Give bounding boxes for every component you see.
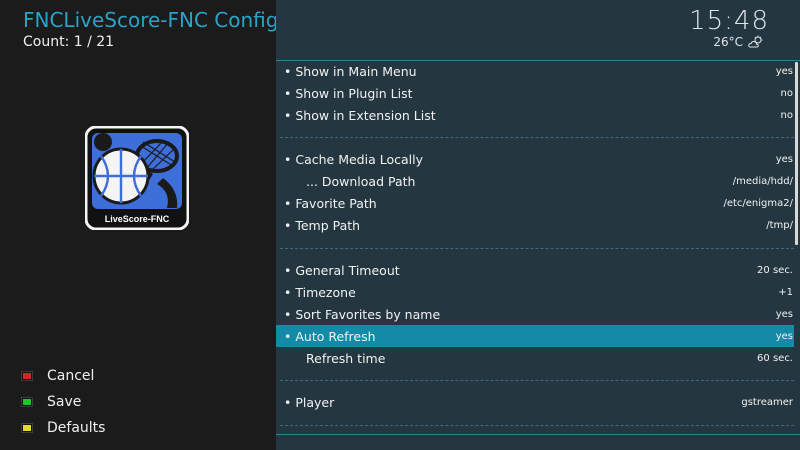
setting-row-general-timeout[interactable]: • General Timeout 20 sec.: [276, 259, 794, 281]
setting-label: • General Timeout: [284, 262, 400, 278]
setting-value: yes: [775, 65, 793, 77]
setting-label: • Auto Refresh: [284, 328, 376, 344]
scrollbar[interactable]: [795, 62, 798, 245]
setting-row-download-path[interactable]: ... Download Path /media/hdd/: [276, 170, 794, 192]
yellow-key-icon: [22, 424, 32, 432]
section-divider: [280, 380, 794, 381]
setting-label: Refresh time: [306, 350, 386, 366]
settings-panel: 15:48 26°C • Show in Main Menu yes • Sho…: [276, 0, 800, 450]
setting-value: no: [780, 87, 793, 99]
cancel-label: Cancel: [47, 368, 95, 384]
setting-value: 20 sec.: [757, 264, 793, 276]
setting-label: ... Download Path: [306, 173, 416, 189]
weather-widget: 26°C: [713, 35, 764, 49]
setting-value: gstreamer: [741, 396, 793, 408]
svg-text:LiveScore-FNC: LiveScore-FNC: [105, 214, 170, 224]
setting-label: • Show in Extension List: [284, 107, 436, 123]
setting-label: • Sort Favorites by name: [284, 306, 441, 322]
page-title: FNCLiveScore-FNC Config: [23, 8, 279, 32]
setting-label: • Favorite Path: [284, 195, 377, 211]
setting-row-player[interactable]: • Player gstreamer: [276, 391, 794, 413]
livescore-logo-icon: LiveScore-FNC: [84, 125, 190, 231]
setting-row-favorite-path[interactable]: • Favorite Path /etc/enigma2/: [276, 192, 794, 214]
plugin-logo: LiveScore-FNC: [84, 125, 190, 231]
setting-value: yes: [775, 308, 793, 320]
setting-label: • Player: [284, 394, 335, 410]
setting-row-cache-media-locally[interactable]: • Cache Media Locally yes: [276, 148, 794, 170]
setting-value: yes: [775, 330, 793, 342]
setting-label: • Timezone: [284, 284, 356, 300]
setting-value: yes: [775, 153, 793, 165]
left-panel: FNCLiveScore-FNC Config Count: 1 / 21 Li…: [0, 0, 279, 450]
clock: 15:48: [689, 6, 769, 36]
setting-label: • Cache Media Locally: [284, 151, 423, 167]
setting-row-auto-refresh[interactable]: • Auto Refresh yes: [276, 325, 794, 347]
setting-label: • Temp Path: [284, 217, 361, 233]
temperature: 26°C: [713, 35, 743, 49]
defaults-label: Defaults: [47, 420, 106, 436]
setting-row-show-in-main-menu[interactable]: • Show in Main Menu yes: [276, 60, 794, 82]
setting-value: /etc/enigma2/: [723, 197, 793, 209]
setting-row-sort-favorites-by-name[interactable]: • Sort Favorites by name yes: [276, 303, 794, 325]
section-divider: [280, 248, 794, 249]
setting-label: • Show in Plugin List: [284, 85, 413, 101]
setting-row-refresh-time[interactable]: Refresh time 60 sec.: [276, 347, 794, 369]
setting-row-show-in-extension-list[interactable]: • Show in Extension List no: [276, 104, 794, 126]
section-divider: [280, 425, 794, 426]
setting-value: /media/hdd/: [732, 175, 793, 187]
setting-value: 60 sec.: [757, 352, 793, 364]
save-label: Save: [47, 394, 82, 410]
setting-value: /tmp/: [766, 219, 793, 231]
section-divider: [280, 137, 794, 138]
red-key-icon: [22, 372, 32, 380]
setting-value: +1: [778, 286, 793, 298]
save-button[interactable]: Save: [22, 394, 81, 410]
setting-row-temp-path[interactable]: • Temp Path /tmp/: [276, 214, 794, 236]
defaults-button[interactable]: Defaults: [22, 420, 105, 436]
partly-cloudy-icon: [748, 35, 763, 48]
setting-row-show-in-plugin-list[interactable]: • Show in Plugin List no: [276, 82, 794, 104]
green-key-icon: [22, 398, 32, 406]
item-count: Count: 1 / 21: [23, 34, 115, 50]
footer-divider: [276, 434, 800, 435]
cancel-button[interactable]: Cancel: [22, 368, 94, 384]
setting-label: • Show in Main Menu: [284, 63, 417, 79]
setting-row-timezone[interactable]: • Timezone +1: [276, 281, 794, 303]
setting-value: no: [780, 109, 793, 121]
